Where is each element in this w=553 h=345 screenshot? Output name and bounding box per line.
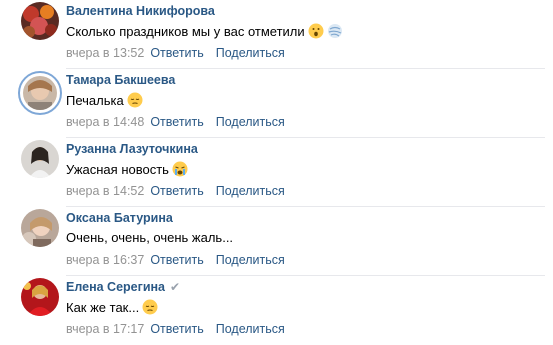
wind-face-icon <box>327 24 342 38</box>
comment-meta: вчера в 14:52 Ответить Поделиться <box>66 184 285 198</box>
avatar[interactable] <box>21 2 59 40</box>
avatar-photo <box>21 209 59 247</box>
pensive-face-icon <box>127 92 143 108</box>
author-name[interactable]: Елена Серегина ✔ <box>66 280 180 294</box>
comment-date[interactable]: вчера в 16:37 <box>66 253 144 267</box>
comment-date[interactable]: вчера в 13:52 <box>66 46 144 60</box>
share-link[interactable]: Поделиться <box>216 253 285 267</box>
pensive-face-icon <box>142 299 158 315</box>
reply-link[interactable]: Ответить <box>150 46 203 60</box>
reply-link[interactable]: Ответить <box>150 115 203 129</box>
comment-item: Оксана Батурина Очень, очень, очень жаль… <box>0 207 553 276</box>
author-name[interactable]: Валентина Никифорова <box>66 4 215 18</box>
comment-item: Валентина Никифорова Сколько праздников … <box>0 0 553 69</box>
avatar[interactable] <box>21 140 59 178</box>
comment-date[interactable]: вчера в 14:48 <box>66 115 144 129</box>
share-link[interactable]: Поделиться <box>216 46 285 60</box>
crying-face-icon <box>172 161 188 177</box>
avatar-photo <box>21 278 59 316</box>
avatar-photo <box>23 76 57 110</box>
comment-item: Елена Серегина ✔ Как же так... вчера в 17… <box>0 276 553 345</box>
author-name[interactable]: Оксана Батурина <box>66 211 173 225</box>
avatar-photo <box>21 140 59 178</box>
share-link[interactable]: Поделиться <box>216 115 285 129</box>
comment-meta: вчера в 14:48 Ответить Поделиться <box>66 115 285 129</box>
comment-meta: вчера в 13:52 Ответить Поделиться <box>66 46 285 60</box>
comment-date[interactable]: вчера в 14:52 <box>66 184 144 198</box>
avatar-photo <box>21 2 59 40</box>
comment-text: Очень, очень, очень жаль... <box>66 230 234 245</box>
comment-text: Ужасная новость <box>66 161 188 177</box>
avatar[interactable] <box>21 278 59 316</box>
comment-meta: вчера в 17:17 Ответить Поделиться <box>66 322 285 336</box>
share-link[interactable]: Поделиться <box>216 322 285 336</box>
share-link[interactable]: Поделиться <box>216 184 285 198</box>
reply-link[interactable]: Ответить <box>150 184 203 198</box>
author-name[interactable]: Рузанна Лазуточкина <box>66 142 198 156</box>
author-name[interactable]: Тамара Бакшеева <box>66 73 175 87</box>
verified-icon: ✔ <box>170 280 181 294</box>
astonished-face-icon <box>308 23 324 39</box>
comment-meta: вчера в 16:37 Ответить Поделиться <box>66 253 285 267</box>
reply-link[interactable]: Ответить <box>150 253 203 267</box>
avatar[interactable] <box>18 71 62 115</box>
comment-text: Как же так... <box>66 299 158 315</box>
comment-date[interactable]: вчера в 17:17 <box>66 322 144 336</box>
comment-text: Печалька <box>66 92 143 108</box>
reply-link[interactable]: Ответить <box>150 322 203 336</box>
comment-item: Тамара Бакшеева Печалька вчера в 14:48 От… <box>0 69 553 138</box>
comment-text: Сколько праздников мы у вас отметили <box>66 23 343 39</box>
comment-item: Рузанна Лазуточкина Ужасная новость вчер… <box>0 138 553 207</box>
avatar[interactable] <box>21 209 59 247</box>
